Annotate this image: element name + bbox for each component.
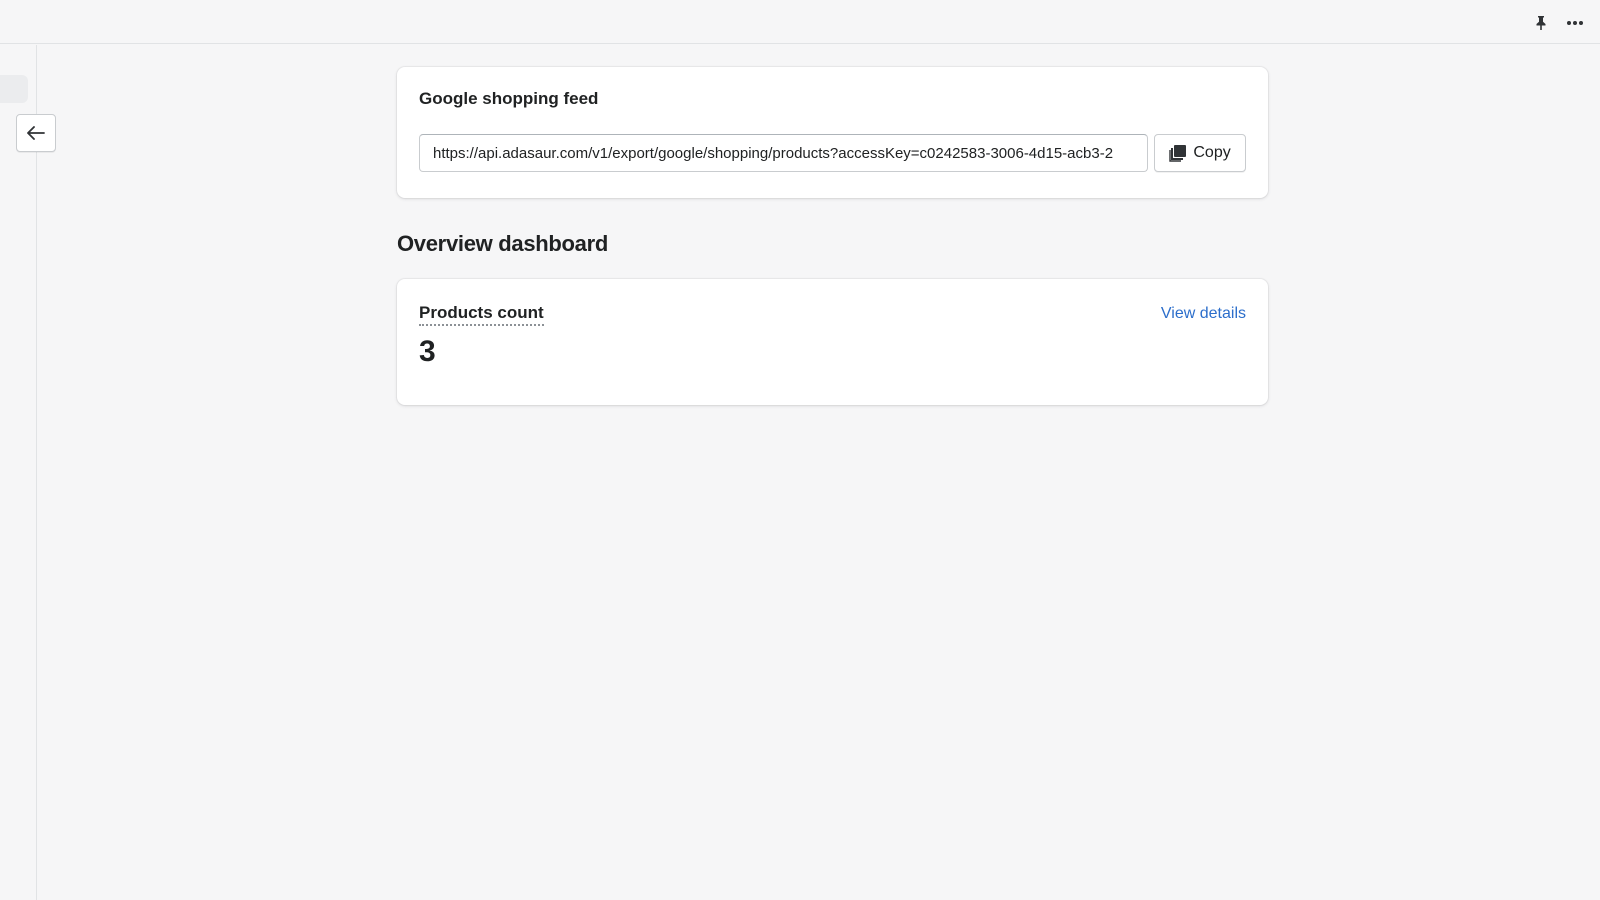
copy-button-label: Copy bbox=[1193, 144, 1231, 161]
more-horizontal-icon[interactable] bbox=[1564, 12, 1586, 34]
copy-icon bbox=[1169, 145, 1187, 162]
back-button[interactable] bbox=[16, 114, 56, 152]
feed-url-input[interactable] bbox=[419, 134, 1149, 172]
top-bar bbox=[0, 0, 1600, 44]
feed-url-row: Copy bbox=[419, 134, 1246, 172]
products-count-value: 3 bbox=[419, 335, 436, 368]
view-details-link[interactable]: View details bbox=[1161, 305, 1246, 323]
pin-icon[interactable] bbox=[1530, 12, 1552, 34]
products-count-label[interactable]: Products count bbox=[419, 303, 544, 326]
arrow-left-icon bbox=[27, 126, 45, 140]
overview-dashboard-heading: Overview dashboard bbox=[397, 231, 609, 256]
copy-button[interactable]: Copy bbox=[1154, 134, 1246, 172]
feed-card-title: Google shopping feed bbox=[419, 89, 599, 108]
top-bar-actions bbox=[1530, 12, 1586, 34]
google-shopping-feed-card: Google shopping feed Copy bbox=[397, 67, 1268, 198]
sidebar bbox=[0, 45, 37, 900]
sidebar-active-item[interactable] bbox=[0, 75, 28, 103]
products-count-card: Products count View details 3 bbox=[397, 279, 1268, 405]
main-content: Google shopping feed Copy Overview dashb… bbox=[397, 67, 1268, 405]
